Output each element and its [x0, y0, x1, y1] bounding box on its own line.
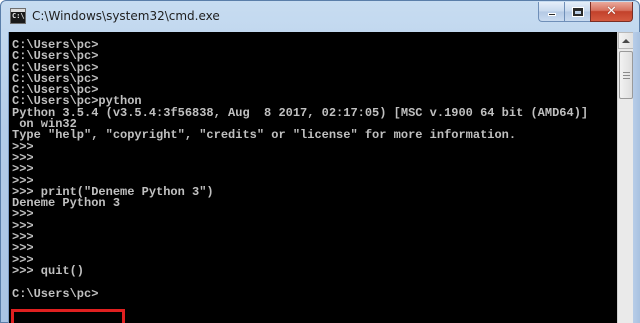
close-icon: ✕ [606, 4, 617, 19]
console-line: >>> [12, 207, 34, 222]
vertical-scrollbar[interactable] [617, 32, 634, 323]
close-button[interactable]: ✕ [590, 2, 633, 22]
cmd-window: C:\ C:\Windows\system32\cmd.exe ✕ C:\Use… [0, 0, 640, 323]
window-title: C:\Windows\system32\cmd.exe [32, 9, 220, 23]
scroll-up-button[interactable] [618, 32, 634, 49]
console-line: C:\Users\pc> [12, 49, 99, 64]
console-line: C:\Users\pc> [12, 38, 99, 52]
console-line: Python 3.5.4 (v3.5.4:3f56838, Aug 8 2017… [12, 105, 589, 120]
window-frame-right[interactable] [633, 32, 640, 323]
console-line: >>> [12, 218, 34, 233]
console-line: Type "help", "copyright", "credits" or "… [12, 128, 517, 143]
console-area[interactable]: C:\Users\pc> C:\Users\pc> C:\Users\pc> C:\U… [8, 32, 617, 323]
maximize-icon [571, 6, 584, 17]
console-line: >>> [12, 139, 34, 154]
minimize-button[interactable] [538, 2, 564, 22]
console-line: Deneme Python 3 [12, 196, 121, 211]
console-output: C:\Users\pc> C:\Users\pc> C:\Users\pc> C:\U… [12, 38, 589, 301]
console-line: >>> [12, 241, 34, 256]
window-controls: ✕ [538, 2, 633, 22]
scrollbar-thumb[interactable] [619, 51, 633, 99]
console-line: C:\Users\pc> [12, 60, 99, 75]
console-line: C:\Users\pc> [12, 71, 99, 86]
console-line: >>> [12, 252, 34, 267]
console-line: >>> [12, 162, 34, 177]
title-bar[interactable]: C:\ C:\Windows\system32\cmd.exe ✕ [1, 1, 639, 33]
maximize-button[interactable] [564, 2, 590, 22]
grip-icon [622, 71, 630, 73]
minimize-icon [547, 13, 556, 16]
console-line: >>> [12, 230, 34, 245]
console-line: >>> quit() [12, 263, 85, 278]
cmd-icon[interactable]: C:\ [10, 8, 26, 24]
console-line: >>> [12, 150, 34, 165]
console-line: C:\Users\pc> [12, 286, 99, 301]
arrow-up-icon [622, 38, 630, 43]
quit-command-highlight [11, 309, 125, 323]
